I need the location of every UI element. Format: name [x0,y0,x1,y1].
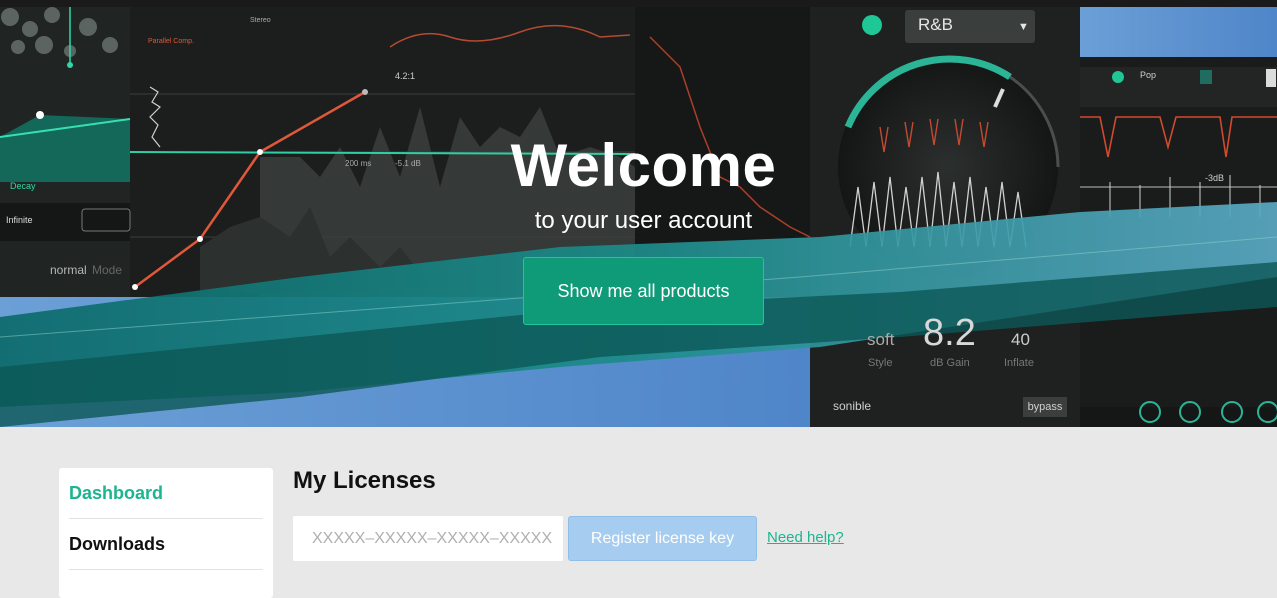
page-title: My Licenses [293,467,436,494]
license-key-input[interactable] [293,516,563,561]
inflate-label: Inflate [1004,357,1034,369]
genre-selector: R&B [918,15,953,34]
sidebar-item-dashboard[interactable]: Dashboard [69,468,263,519]
sidebar-item-downloads[interactable]: Downloads [69,519,263,570]
hero-subtitle: to your user account [534,207,753,234]
mode-label: Mode [92,263,123,277]
need-help-link[interactable]: Need help? [767,529,844,546]
brand-logo: sonible [833,399,872,413]
parallel-comp-label: Parallel Comp. [148,38,194,45]
top-bar [0,0,1277,7]
style-value: soft [867,330,895,349]
show-all-products-button[interactable]: Show me all products [523,257,764,325]
hero-banner: R&B ▼ Pop Parallel Comp. Stereo 4.2:1 20… [0,7,1277,427]
preset-selector: Pop [1140,70,1157,80]
stereo-label: Stereo [250,17,271,24]
register-license-button[interactable]: Register license key [568,516,757,561]
account-sidebar: Dashboard Downloads [59,468,273,598]
genre-selector-chevron-icon: ▼ [1018,21,1029,33]
inflate-value: 40 [1011,330,1030,349]
ratio-readout: 4.2:1 [395,71,416,81]
bypass-label: bypass [1023,397,1067,417]
gain-value: 8.2 [923,312,976,354]
hero-title: Welcome [510,132,777,199]
gain-label: dB Gain [930,357,970,369]
mode-value: normal [50,263,87,277]
style-label: Style [868,357,893,369]
